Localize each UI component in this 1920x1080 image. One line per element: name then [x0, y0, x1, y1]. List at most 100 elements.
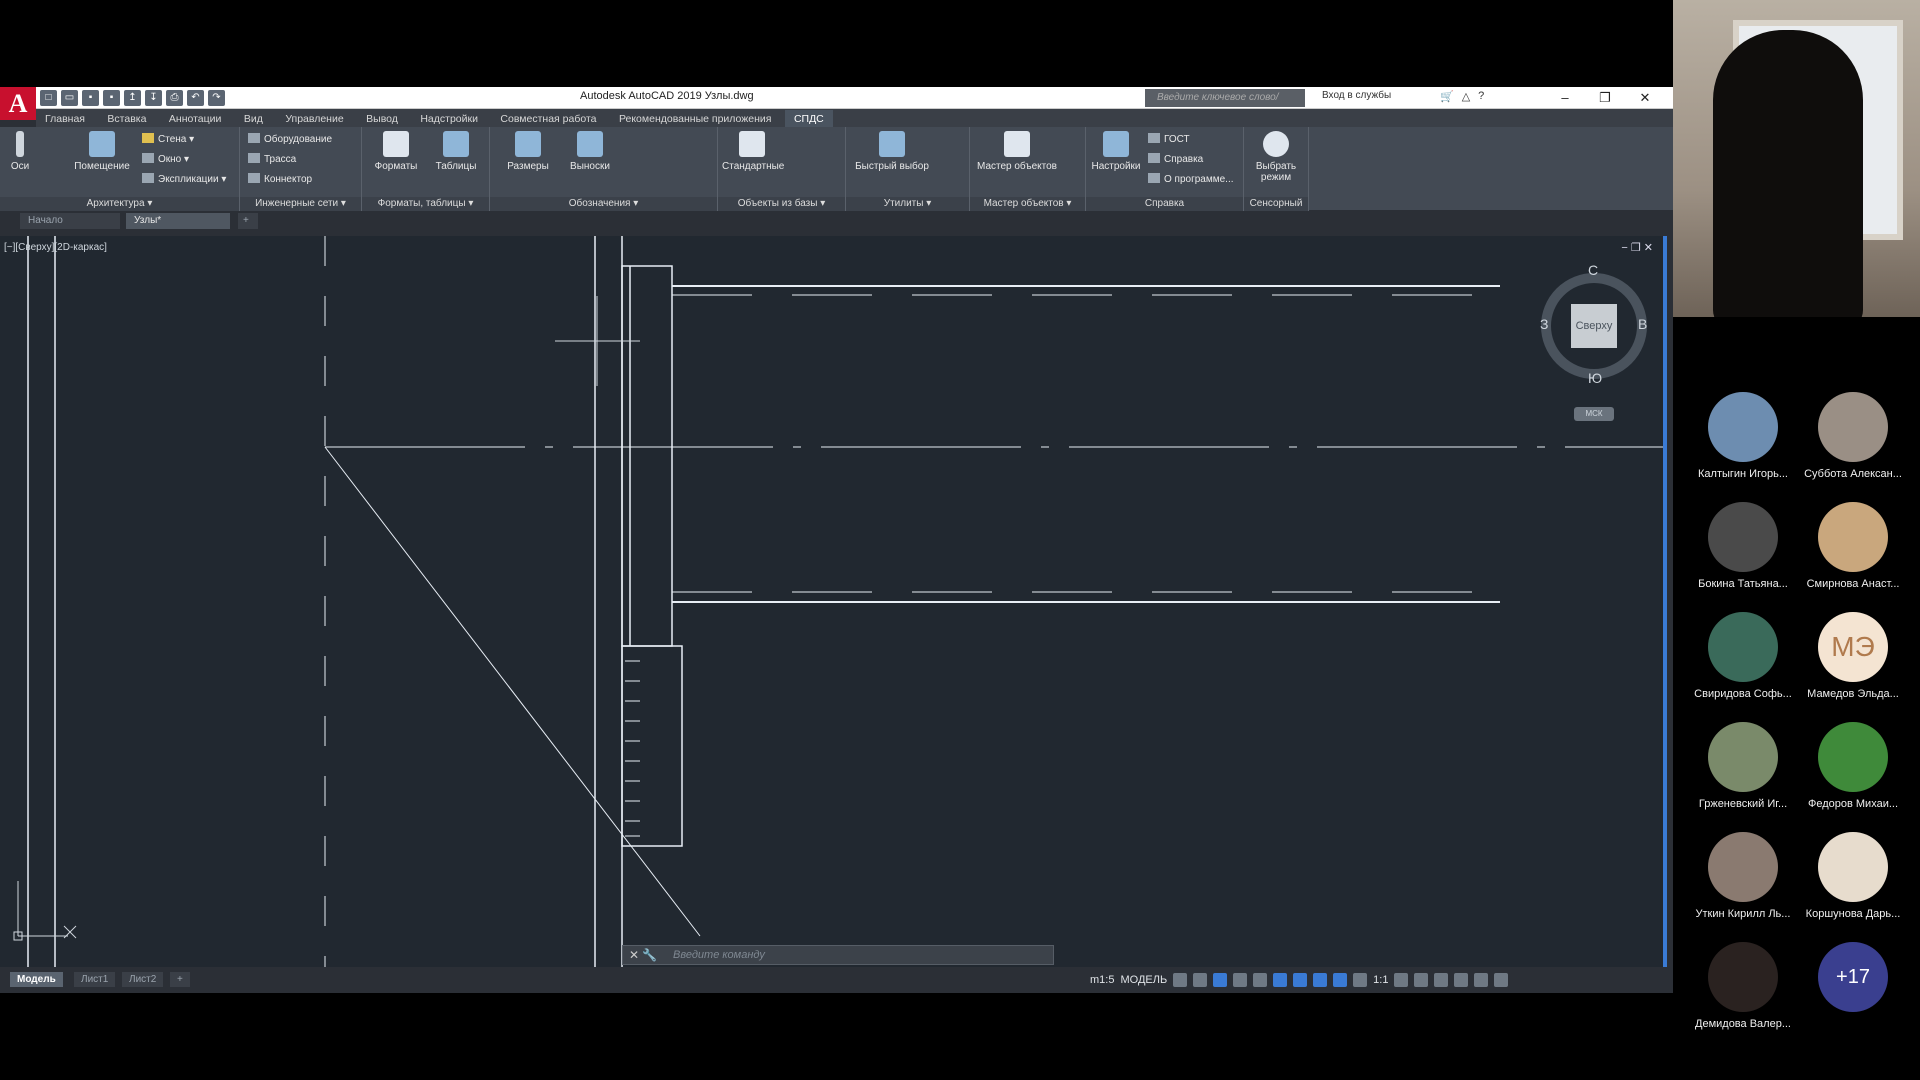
tab-featured-apps[interactable]: Рекомендованные приложения	[610, 110, 781, 128]
web-save-icon[interactable]: ↧	[145, 90, 162, 106]
osnap-tracking-icon[interactable]	[1273, 973, 1288, 987]
help-icon[interactable]: ?	[1478, 90, 1484, 103]
participant-tile[interactable]: Бокина Татьяна...	[1688, 502, 1798, 612]
more-participants-button[interactable]: +17	[1798, 942, 1908, 1052]
redo-icon[interactable]: ↷	[208, 90, 225, 106]
tab-view[interactable]: Вид	[235, 110, 272, 128]
print-icon[interactable]: ⎙	[166, 90, 183, 106]
isolate-icon[interactable]	[1434, 973, 1449, 987]
command-line[interactable]: ✕ 🔧 Введите команду	[622, 945, 1054, 965]
application-menu-button[interactable]: A	[0, 87, 36, 120]
viewcube-top-face[interactable]: Сверху	[1571, 304, 1617, 348]
viewport-scrollbar[interactable]	[1663, 236, 1667, 967]
window-tool-button[interactable]: Окно ▾	[142, 153, 189, 165]
panel-label[interactable]: Архитектура ▾	[0, 197, 239, 211]
quick-select-button[interactable]: Быстрый выбор	[852, 131, 932, 172]
customize-menu-icon[interactable]	[1494, 973, 1509, 987]
isodraft-icon[interactable]	[1253, 973, 1268, 987]
viewport-controls-label[interactable]: [−][Сверху][2D-каркас]	[4, 242, 107, 253]
room-button[interactable]: Помещение	[72, 131, 132, 172]
tables-button[interactable]: Таблицы	[426, 131, 486, 172]
clean-screen-icon[interactable]	[1474, 973, 1489, 987]
tab-spds[interactable]: СПДС	[784, 110, 833, 128]
annotation-scale[interactable]: 1:1	[1373, 974, 1388, 986]
viewcube-north[interactable]: С	[1588, 262, 1598, 278]
tab-collaborate[interactable]: Совместная работа	[491, 110, 605, 128]
viewport-window-controls[interactable]: − ❐ ✕	[1621, 241, 1653, 254]
select-mode-button[interactable]: Выбрать режим	[1246, 131, 1306, 183]
plus-icon[interactable]	[1414, 973, 1429, 987]
participant-tile[interactable]: Коршунова Дарь...	[1798, 832, 1908, 942]
participant-tile[interactable]: Уткин Кирилл Ль...	[1688, 832, 1798, 942]
gost-button[interactable]: ГОСТ	[1148, 133, 1190, 145]
ucs-menu[interactable]: МСК	[1574, 407, 1614, 421]
snap-icon[interactable]	[1193, 973, 1208, 987]
close-icon[interactable]: ✕ 🔧	[629, 948, 657, 962]
minimize-button[interactable]: –	[1545, 87, 1585, 109]
model-space-toggle[interactable]: МОДЕЛЬ	[1120, 974, 1167, 986]
tab-addins[interactable]: Надстройки	[411, 110, 487, 128]
exchange-icon[interactable]: △	[1462, 90, 1470, 103]
wall-button[interactable]: Стена ▾	[142, 133, 194, 145]
axes-button[interactable]: Оси	[0, 131, 40, 172]
doc-tab-start[interactable]: Начало	[20, 213, 120, 229]
viewcube-west[interactable]: З	[1540, 316, 1548, 332]
doc-tab-nodes[interactable]: Узлы*	[126, 213, 230, 229]
viewcube-south[interactable]: Ю	[1588, 370, 1602, 386]
undo-icon[interactable]: ↶	[187, 90, 204, 106]
tab-manage[interactable]: Управление	[276, 110, 352, 128]
add-layout-button[interactable]: +	[170, 972, 190, 987]
autoscale-icon[interactable]	[1353, 973, 1368, 987]
standard-button[interactable]: Стандартные	[722, 131, 784, 172]
help-button[interactable]: Справка	[1148, 153, 1203, 165]
save-as-icon[interactable]: ▪	[103, 90, 120, 106]
tab-insert[interactable]: Вставка	[98, 110, 155, 128]
grid-icon[interactable]	[1173, 973, 1188, 987]
tab-output[interactable]: Вывод	[357, 110, 407, 128]
drawing-viewport[interactable]: [−][Сверху][2D-каркас] − ❐ ✕ Сверху С Ю …	[0, 236, 1667, 967]
osnap-icon[interactable]	[1293, 973, 1308, 987]
new-tab-button[interactable]: +	[238, 213, 258, 229]
lineweight-icon[interactable]	[1313, 973, 1328, 987]
participant-tile[interactable]: Суббота Алексан...	[1798, 392, 1908, 502]
help-search-input[interactable]: Введите ключевое слово/фразу	[1145, 89, 1305, 121]
participant-tile[interactable]: МЭ Мамедов Эльда...	[1798, 612, 1908, 722]
polar-icon[interactable]	[1233, 973, 1248, 987]
explications-button[interactable]: Экспликации ▾	[142, 173, 226, 185]
tab-annotate[interactable]: Аннотации	[160, 110, 231, 128]
ortho-icon[interactable]	[1213, 973, 1228, 987]
about-button[interactable]: О программе...	[1148, 173, 1234, 185]
open-file-icon[interactable]: ▭	[61, 90, 78, 106]
new-file-icon[interactable]: □	[40, 90, 57, 106]
participant-tile[interactable]: Демидова Валер...	[1688, 942, 1798, 1052]
panel-label[interactable]: Форматы, таблицы ▾	[362, 197, 489, 211]
command-input[interactable]: Введите команду	[673, 949, 765, 961]
close-button[interactable]: ✕	[1625, 87, 1665, 109]
panel-label[interactable]: Утилиты ▾	[846, 197, 969, 211]
route-button[interactable]: Трасса	[248, 153, 296, 165]
settings-button[interactable]: Настройки	[1086, 131, 1146, 172]
participant-tile[interactable]: Грженевский Иг...	[1688, 722, 1798, 832]
scale-dropdown[interactable]: m1:5	[1090, 974, 1114, 986]
annotation-visibility-icon[interactable]	[1333, 973, 1348, 987]
panel-label[interactable]: Инженерные сети ▾	[240, 197, 361, 211]
signin-link[interactable]: Вход в службы	[1322, 90, 1391, 101]
leaders-button[interactable]: Выноски	[560, 131, 620, 172]
layout-tab-model[interactable]: Модель	[10, 972, 63, 987]
gear-icon[interactable]	[1394, 973, 1409, 987]
participant-tile[interactable]: Калтыгин Игорь...	[1688, 392, 1798, 502]
panel-label[interactable]: Мастер объектов ▾	[970, 197, 1085, 211]
layout-tab-sheet2[interactable]: Лист2	[122, 972, 164, 987]
panel-label[interactable]: Обозначения ▾	[490, 197, 717, 211]
viewcube-east[interactable]: В	[1638, 316, 1647, 332]
dimensions-button[interactable]: Размеры	[498, 131, 558, 172]
connector-button[interactable]: Коннектор	[248, 173, 312, 185]
panel-label[interactable]: Объекты из базы ▾	[718, 197, 845, 211]
equipment-button[interactable]: Оборудование	[248, 133, 332, 145]
participant-tile[interactable]: Федоров Михаи...	[1798, 722, 1908, 832]
formats-button[interactable]: Форматы	[366, 131, 426, 172]
restore-button[interactable]: ❐	[1585, 87, 1625, 109]
tab-home[interactable]: Главная	[36, 110, 94, 128]
cart-icon[interactable]: 🛒	[1440, 90, 1454, 103]
web-open-icon[interactable]: ↥	[124, 90, 141, 106]
